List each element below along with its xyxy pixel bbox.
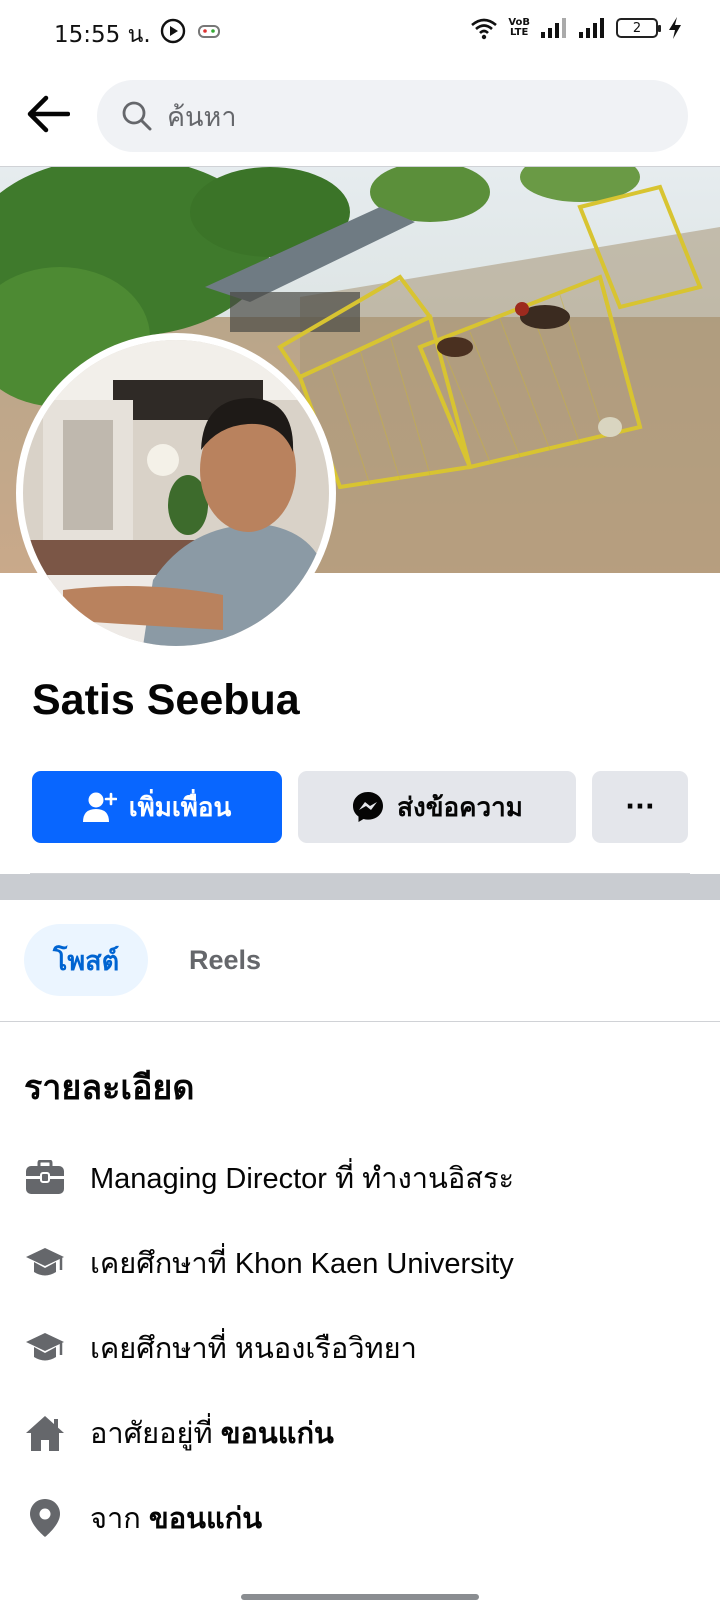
profile-picture[interactable]	[16, 333, 336, 653]
game-controller-icon	[198, 25, 220, 38]
tab-reels[interactable]: Reels	[170, 924, 280, 996]
status-bar: 15:55 น. VoB LTE 2	[0, 0, 720, 66]
add-friend-icon	[82, 791, 117, 823]
battery-level: 2	[632, 20, 642, 36]
media-play-icon	[160, 18, 186, 44]
detail-work-text: Managing Director ที่ ทำงานอิสระ	[90, 1163, 515, 1195]
add-friend-label: เพิ่มเพื่อน	[128, 792, 232, 823]
signal-bars-icon	[541, 18, 566, 38]
detail-from-place: ขอนแก่น	[148, 1503, 263, 1535]
detail-row-from[interactable]: จาก ขอนแก่น	[24, 1490, 262, 1546]
message-button[interactable]: ส่งข้อความ	[298, 771, 576, 843]
graduation-cap-icon	[24, 1327, 66, 1369]
status-time: 15:55 น.	[54, 22, 151, 48]
top-nav: ค้นหา	[0, 66, 720, 166]
home-icon	[24, 1412, 66, 1454]
detail-lives-in-text: อาศัยอยู่ที่ ขอนแก่น	[90, 1410, 334, 1456]
detail-lives-in-place: ขอนแก่น	[220, 1418, 334, 1450]
search-placeholder: ค้นหา	[167, 101, 237, 133]
avatar	[23, 340, 329, 646]
avatar-image	[23, 340, 329, 646]
home-indicator[interactable]	[241, 1594, 479, 1600]
battery-icon: 2	[616, 18, 661, 38]
details-title: รายละเอียด	[24, 1068, 195, 1108]
profile-tabs: โพสต์ Reels	[0, 900, 720, 1022]
status-left-icons	[160, 18, 222, 44]
search-icon	[122, 101, 152, 131]
message-label: ส่งข้อความ	[397, 792, 523, 823]
search-input[interactable]: ค้นหา	[97, 80, 688, 152]
add-friend-button[interactable]: เพิ่มเพื่อน	[32, 771, 282, 843]
location-pin-icon	[24, 1497, 66, 1539]
detail-row-education-2[interactable]: เคยศึกษาที่ หนองเรือวิทยา	[24, 1320, 417, 1376]
graduation-cap-icon	[24, 1242, 66, 1284]
tabs-divider	[0, 1021, 720, 1022]
section-separator	[0, 874, 720, 900]
wifi-icon	[471, 18, 498, 40]
volte-badge: VoB LTE	[508, 18, 530, 38]
detail-education-1-text: เคยศึกษาที่ Khon Kaen University	[90, 1248, 514, 1280]
back-button[interactable]	[24, 90, 72, 138]
detail-from-text: จาก ขอนแก่น	[90, 1495, 262, 1541]
detail-row-work[interactable]: Managing Director ที่ ทำงานอิสระ	[24, 1150, 514, 1206]
detail-row-lives-in[interactable]: อาศัยอยู่ที่ ขอนแก่น	[24, 1405, 334, 1461]
back-arrow-icon	[27, 95, 70, 133]
tab-posts[interactable]: โพสต์	[24, 924, 148, 996]
briefcase-icon	[24, 1157, 66, 1199]
more-options-icon: ···	[625, 792, 655, 822]
messenger-icon	[351, 790, 385, 824]
charging-bolt-icon	[669, 17, 681, 39]
signal-bars-icon-2	[579, 18, 604, 38]
detail-education-2-text: เคยศึกษาที่ หนองเรือวิทยา	[90, 1333, 417, 1365]
detail-lives-in-prefix: อาศัยอยู่ที่	[90, 1418, 221, 1450]
profile-name: Satis Seebua	[32, 676, 300, 724]
more-options-button[interactable]: ···	[592, 771, 688, 843]
volte-badge-bottom: LTE	[509, 27, 529, 38]
detail-from-prefix: จาก	[90, 1503, 149, 1535]
status-right-icons: VoB LTE 2	[470, 16, 682, 40]
detail-row-education-1[interactable]: เคยศึกษาที่ Khon Kaen University	[24, 1235, 514, 1291]
